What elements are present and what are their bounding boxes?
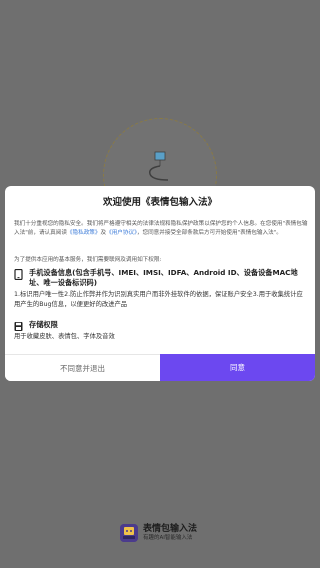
app-slogan: 有趣的AI智能输入法 bbox=[143, 535, 193, 541]
app-brand: 表情包输入法 有趣的AI智能输入法 bbox=[120, 524, 197, 542]
decline-button[interactable]: 不同意并退出 bbox=[5, 354, 160, 381]
app-name: 表情包输入法 bbox=[143, 524, 198, 534]
phone-icon bbox=[14, 269, 23, 280]
app-logo-icon bbox=[120, 524, 138, 542]
storage-icon bbox=[14, 322, 23, 331]
permission-storage-title: 存储权限 bbox=[29, 320, 58, 329]
permission-device-title: 手机设备信息(包含手机号、IMEI、IMSI、IDFA、Android ID、设… bbox=[29, 268, 298, 287]
privacy-policy-link[interactable]: 《隐私政策》 bbox=[67, 230, 101, 236]
privacy-intro-text: 我们十分重视您的隐私安全。我们将严格遵守相关的法律法规和隐私保护政策以保护您的个… bbox=[14, 220, 308, 238]
dialog-title: 欢迎使用《表情包输入法》 bbox=[102, 197, 217, 208]
user-agreement-link[interactable]: 《用户协议》 bbox=[106, 230, 137, 236]
permission-note: 为了提供本应用的基本服务，我们需要联网及调用如下权限: bbox=[14, 257, 162, 263]
intro-text-after: ，您同意并接受全部条款后方可开始使用"表情包输入法"。 bbox=[136, 230, 282, 236]
keyboard-illustration-icon bbox=[148, 151, 169, 181]
permission-device-info: 手机设备信息(包含手机号、IMEI、IMSI、IDFA、Android ID、设… bbox=[14, 268, 308, 288]
permission-storage-desc: 用于收藏皮肤、表情包、字体及音效 bbox=[14, 333, 115, 340]
permission-storage: 存储权限 bbox=[14, 320, 58, 332]
accept-button[interactable]: 同意 bbox=[160, 354, 315, 381]
privacy-dialog: 欢迎使用《表情包输入法》 我们十分重视您的隐私安全。我们将严格遵守相关的法律法规… bbox=[5, 186, 315, 381]
permission-device-desc: 1.标识用户唯一性2.防止作弊并作为识别真实用户而非外挂软件的依据，保证账户安全… bbox=[14, 291, 303, 308]
